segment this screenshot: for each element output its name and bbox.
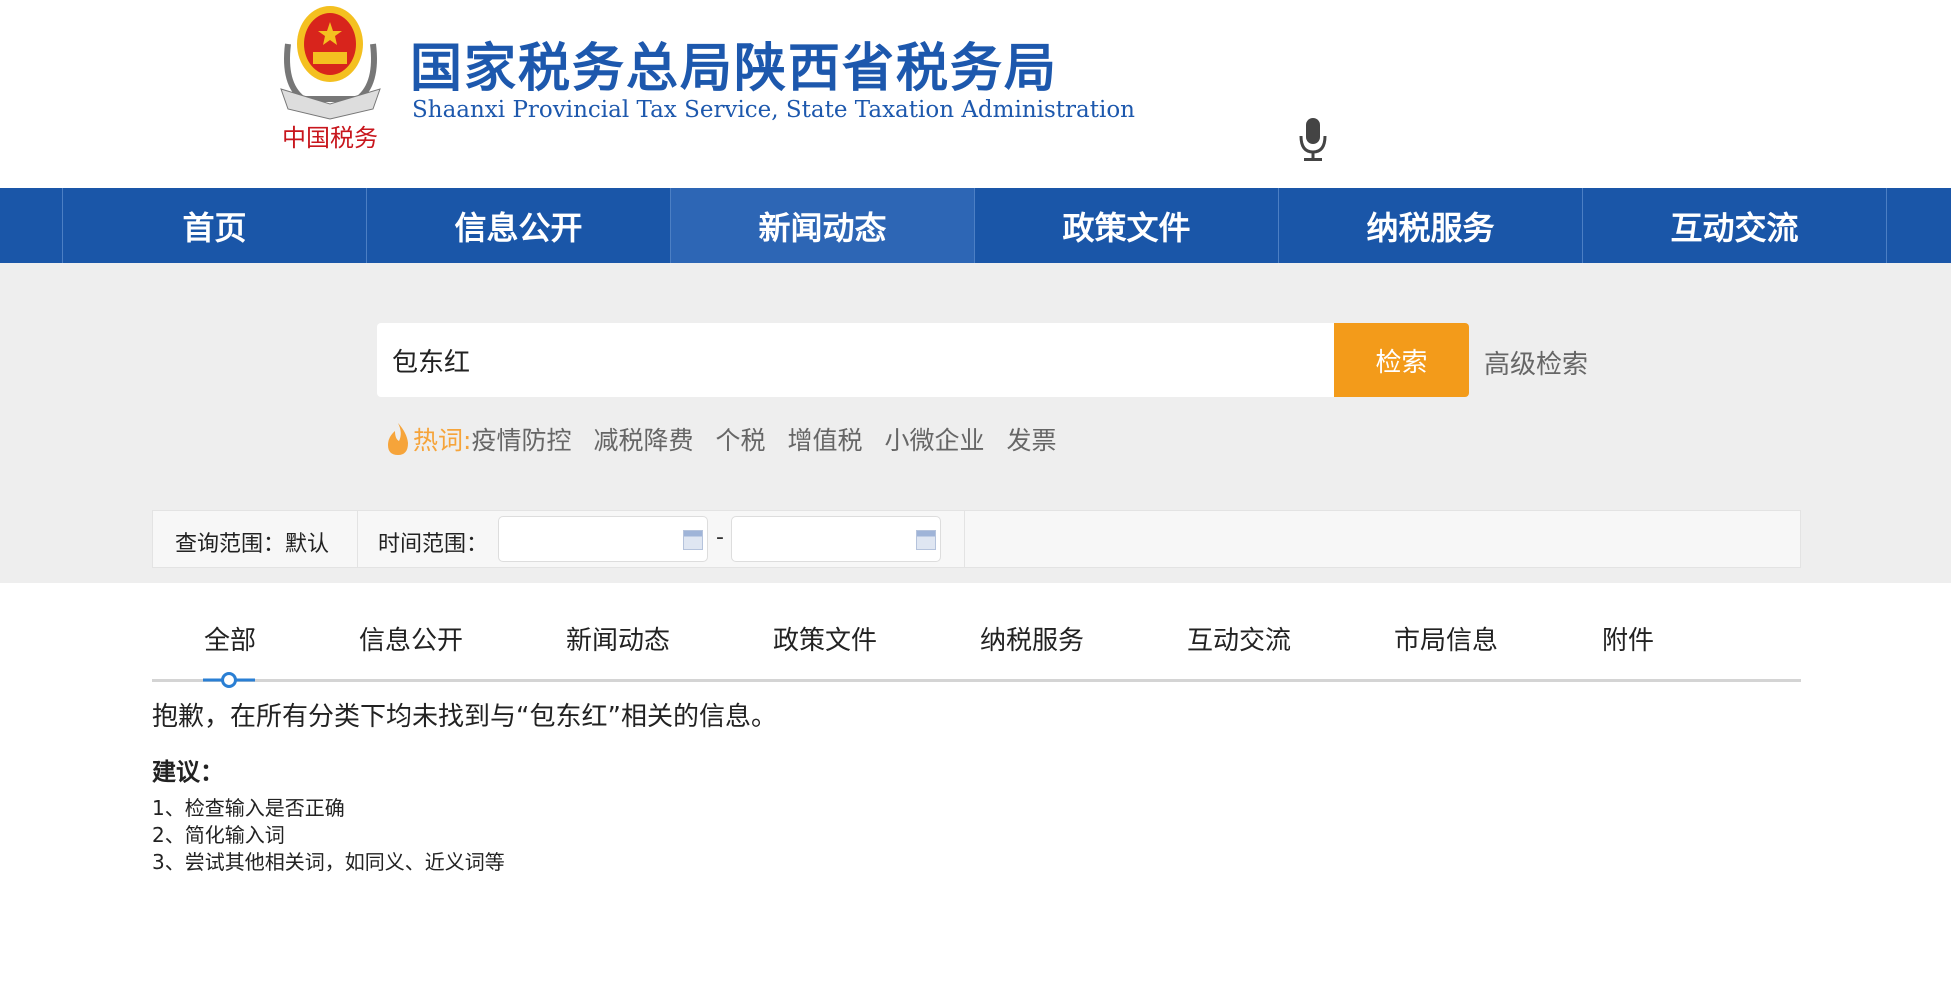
flame-icon (383, 421, 413, 457)
main-nav: 首页 信息公开 新闻动态 政策文件 纳税服务 互动交流 (0, 188, 1951, 263)
calendar-icon[interactable] (916, 530, 936, 550)
filter-bar: 查询范围：默认 时间范围： - (152, 510, 1801, 568)
site-header: 中国税务 国家税务总局陕西省税务局 Shaanxi Provincial Tax… (0, 0, 1951, 188)
hot-word[interactable]: 小微企业 (885, 421, 985, 457)
tab-all[interactable]: 全部 (204, 620, 256, 657)
search-button[interactable]: 检索 (1334, 323, 1469, 397)
site-subtitle: Shaanxi Provincial Tax Service, State Ta… (412, 97, 1135, 123)
date-separator: - (716, 525, 724, 550)
suggestion-item: 1、检查输入是否正确 (152, 792, 345, 821)
time-range-label: 时间范围： (378, 526, 488, 558)
tab-underline (152, 679, 1801, 682)
nav-item-info[interactable]: 信息公开 (366, 188, 670, 263)
advanced-search-link[interactable]: 高级检索 (1484, 344, 1588, 381)
tab-policy[interactable]: 政策文件 (773, 620, 877, 657)
active-tab-indicator (203, 672, 255, 688)
nav-divider (1886, 188, 1887, 263)
hot-word[interactable]: 疫情防控 (471, 421, 571, 457)
nav-item-service[interactable]: 纳税服务 (1278, 188, 1582, 263)
scope-selector[interactable]: 查询范围：默认 (175, 526, 329, 558)
search-input[interactable] (377, 323, 1334, 397)
nav-item-home[interactable]: 首页 (62, 188, 366, 263)
suggestion-item: 3、尝试其他相关词，如同义、近义词等 (152, 846, 505, 875)
suggestion-title: 建议： (152, 752, 224, 787)
hot-word[interactable]: 个税 (715, 421, 765, 457)
hot-words: 热词: 疫情防控 减税降费 个税 增值税 小微企业 发票 (383, 421, 1079, 457)
divider (357, 511, 358, 567)
start-date-input[interactable] (498, 516, 708, 562)
hot-words-label: 热词: (413, 421, 471, 457)
tab-interact[interactable]: 互动交流 (1187, 620, 1291, 657)
tab-attachments[interactable]: 附件 (1602, 620, 1654, 657)
site-title: 国家税务总局陕西省税务局 (410, 26, 1058, 101)
nav-item-news[interactable]: 新闻动态 (670, 188, 974, 263)
divider (964, 511, 965, 567)
hot-word[interactable]: 减税降费 (593, 421, 693, 457)
end-date-input[interactable] (731, 516, 941, 562)
tab-city-info[interactable]: 市局信息 (1394, 620, 1498, 657)
tab-service[interactable]: 纳税服务 (980, 620, 1084, 657)
tab-info[interactable]: 信息公开 (359, 620, 463, 657)
suggestion-item: 2、简化输入词 (152, 819, 285, 848)
tab-news[interactable]: 新闻动态 (566, 620, 670, 657)
nav-item-interact[interactable]: 互动交流 (1582, 188, 1886, 263)
national-emblem-logo[interactable]: 中国税务 (273, 4, 388, 154)
calendar-icon[interactable] (683, 530, 703, 550)
hot-word[interactable]: 增值税 (787, 421, 862, 457)
microphone-icon[interactable] (1298, 116, 1328, 164)
no-results-message: 抱歉，在所有分类下均未找到与“包东红”相关的信息。 (152, 696, 777, 733)
nav-item-policy[interactable]: 政策文件 (974, 188, 1278, 263)
hot-word[interactable]: 发票 (1007, 421, 1057, 457)
svg-text:中国税务: 中国税务 (282, 124, 378, 152)
